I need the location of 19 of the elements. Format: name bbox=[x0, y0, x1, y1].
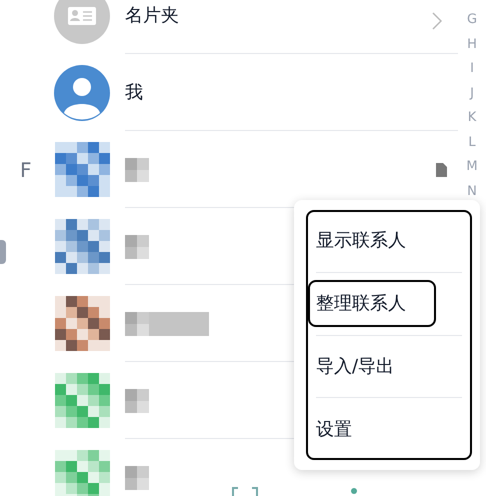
index-letter[interactable]: K bbox=[468, 106, 476, 130]
menu-item[interactable]: 设置 bbox=[316, 416, 352, 443]
index-letter[interactable]: L bbox=[468, 130, 476, 155]
section-letter: F bbox=[19, 156, 33, 184]
index-letter[interactable]: G bbox=[466, 8, 478, 32]
business-card-icon bbox=[54, 0, 110, 44]
index-letter[interactable]: N bbox=[467, 180, 477, 204]
index-letter[interactable]: J bbox=[470, 82, 474, 106]
index-letter[interactable]: M bbox=[466, 155, 478, 180]
menu-item[interactable]: 显示联系人 bbox=[316, 227, 406, 254]
contact-name: 我 bbox=[125, 81, 143, 105]
index-letter[interactable]: H bbox=[467, 32, 477, 57]
index-letter[interactable]: I bbox=[470, 57, 474, 82]
chevron-icon bbox=[432, 12, 442, 30]
person-avatar-icon bbox=[54, 64, 110, 120]
scan-icon[interactable] bbox=[232, 486, 258, 496]
contact-name: 名片夹 bbox=[125, 4, 179, 28]
menu-item[interactable]: 导入/导出 bbox=[316, 352, 394, 380]
menu-item[interactable]: 整理联系人 bbox=[308, 280, 436, 328]
